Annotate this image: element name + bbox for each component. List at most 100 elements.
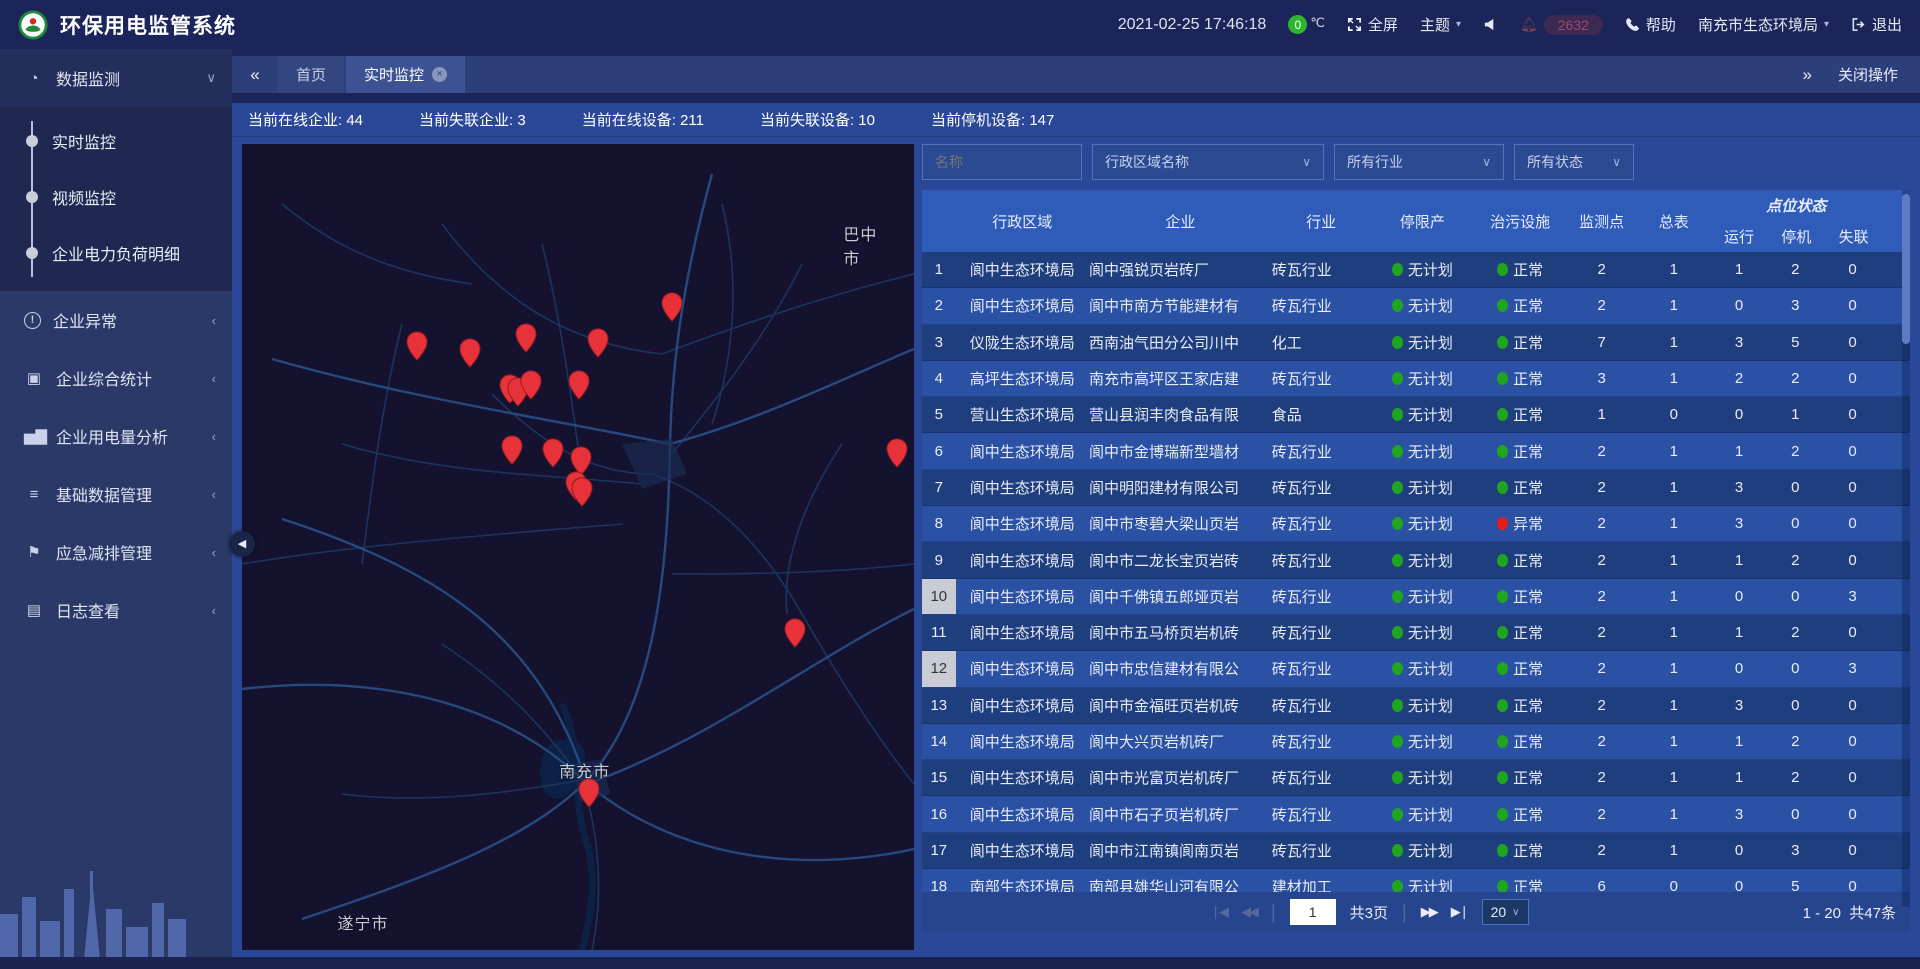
map-pin[interactable] <box>514 323 537 354</box>
cell-points: 2 <box>1566 624 1637 641</box>
map-canvas[interactable] <box>242 144 914 950</box>
table-row[interactable]: 11阆中生态环境局阆中市五马桥页岩机砖砖瓦行业无计划正常21120 <box>922 615 1910 651</box>
table-scrollbar[interactable] <box>1902 190 1910 907</box>
map-pin[interactable] <box>519 370 542 401</box>
cell-company: 阆中市金博瑞新型墙材 <box>1089 441 1272 462</box>
map-pin[interactable] <box>784 617 807 648</box>
cell-company: 阆中市江南镇阆南页岩 <box>1089 840 1272 861</box>
table-row[interactable]: 14阆中生态环境局阆中大兴页岩机砖厂砖瓦行业无计划正常21120 <box>922 724 1910 760</box>
table-row[interactable]: 6阆中生态环境局阆中市金博瑞新型墙材砖瓦行业无计划正常21120 <box>922 433 1910 469</box>
sidebar-group-企业用电量分析[interactable]: ▅▇企业用电量分析‹ <box>0 407 232 465</box>
sidebar-group-企业异常[interactable]: !企业异常‹ <box>0 291 232 349</box>
close-operations-button[interactable]: 关闭操作 <box>1838 64 1898 85</box>
cell-run: 0 <box>1710 297 1767 314</box>
map-pin[interactable] <box>885 438 908 469</box>
cell-lost: 0 <box>1823 479 1882 496</box>
table-row[interactable]: 18南部生态环境局南部县雄华山河有限公建材加工无计划正常60050 <box>922 869 1910 892</box>
cell-lost: 0 <box>1823 261 1882 278</box>
tabs-scroll-right-button[interactable]: » <box>1803 65 1812 85</box>
cell-meters: 1 <box>1637 733 1710 750</box>
notification-button[interactable]: 🔔︎ 2632 <box>1520 15 1603 35</box>
cell-stop: 2 <box>1768 370 1823 387</box>
sidebar-group-数据监测[interactable]: ◔数据监测∨ <box>0 49 232 107</box>
status-filter-select[interactable]: 所有状态 ∨ <box>1514 144 1634 180</box>
cell-facility: 正常 <box>1474 368 1566 389</box>
table-row[interactable]: 17阆中生态环境局阆中市江南镇阆南页岩砖瓦行业无计划正常21030 <box>922 833 1910 869</box>
sidebar-group-日志查看[interactable]: ▤日志查看‹ <box>0 581 232 639</box>
status-green-icon <box>1392 626 1403 639</box>
table-row[interactable]: 12阆中生态环境局阆中市忠信建材有限公砖瓦行业无计划正常21003 <box>922 651 1910 687</box>
cell-facility: 正常 <box>1474 404 1566 425</box>
table-row[interactable]: 8阆中生态环境局阆中市枣碧大梁山页岩砖瓦行业无计划异常21300 <box>922 506 1910 542</box>
record-range-label: 1 - 20 共47条 <box>1803 902 1896 923</box>
tab-首页[interactable]: 首页 <box>278 56 344 93</box>
org-dropdown[interactable]: 南充市生态环境局 ▾ <box>1698 14 1829 35</box>
sidebar-group-企业综合统计[interactable]: ▣企业综合统计‹ <box>0 349 232 407</box>
last-page-button[interactable]: ▶❘ <box>1451 904 1468 920</box>
name-filter-input[interactable] <box>935 154 1069 170</box>
sidebar-group-label: 基础数据管理 <box>56 482 152 506</box>
page-number-input[interactable] <box>1290 899 1336 925</box>
region-filter-select[interactable]: 行政区域名称 ∨ <box>1092 144 1324 180</box>
table-row[interactable]: 5营山生态环境局营山县润丰肉食品有限食品无计划正常10010 <box>922 397 1910 433</box>
table-row[interactable]: 1阆中生态环境局阆中强锐页岩砖厂砖瓦行业无计划正常21120 <box>922 252 1910 288</box>
sidebar-item-企业电力负荷明细[interactable]: 企业电力负荷明细 <box>0 225 232 281</box>
first-page-button[interactable]: ❘◀ <box>1210 904 1227 920</box>
status-green-icon <box>1392 808 1403 821</box>
map-pin[interactable] <box>571 477 594 508</box>
map-panel[interactable]: ◀ <box>242 144 914 950</box>
horizontal-scrollbar[interactable] <box>0 957 1920 969</box>
map-pin[interactable] <box>542 438 565 469</box>
stats-bar: 当前在线企业: 44当前失联企业: 3当前在线设备: 211当前失联设备: 10… <box>232 103 1920 137</box>
sidebar-collapse-button[interactable]: ◀ <box>229 531 255 557</box>
table-row[interactable]: 3仪陇生态环境局西南油气田分公司川中化工无计划正常71350 <box>922 325 1910 361</box>
tabs-scroll-left-button[interactable]: « <box>232 56 278 93</box>
divider: | <box>1271 902 1276 923</box>
map-pin[interactable] <box>501 434 524 465</box>
close-icon[interactable]: × <box>432 67 447 82</box>
fullscreen-button[interactable]: 全屏 <box>1347 14 1398 35</box>
page-size-select[interactable]: 20 ∨ <box>1482 899 1529 925</box>
map-pin[interactable] <box>567 370 590 401</box>
prev-page-button[interactable]: ◀◀ <box>1241 904 1257 920</box>
sidebar-group-应急减排管理[interactable]: ⚑应急减排管理‹ <box>0 523 232 581</box>
map-pin[interactable] <box>587 328 610 359</box>
mute-speaker-icon[interactable] <box>1483 17 1498 32</box>
scrollbar-thumb[interactable] <box>1902 194 1910 344</box>
logout-button[interactable]: 退出 <box>1851 14 1902 35</box>
table-row[interactable]: 15阆中生态环境局阆中市光富页岩机砖厂砖瓦行业无计划正常21120 <box>922 760 1910 796</box>
table-row[interactable]: 7阆中生态环境局阆中明阳建材有限公司砖瓦行业无计划正常21300 <box>922 470 1910 506</box>
help-button[interactable]: 帮助 <box>1625 14 1676 35</box>
name-filter-field[interactable] <box>922 144 1082 180</box>
status-green-icon <box>1497 771 1508 784</box>
sidebar-item-视频监控[interactable]: 视频监控 <box>0 169 232 225</box>
cell-meters: 1 <box>1637 842 1710 859</box>
cell-company: 南部县雄华山河有限公 <box>1089 876 1272 892</box>
map-pin[interactable] <box>661 292 684 323</box>
industry-filter-select[interactable]: 所有行业 ∨ <box>1334 144 1504 180</box>
cell-facility: 正常 <box>1474 332 1566 353</box>
table-row[interactable]: 4高坪生态环境局南充市高坪区王家店建砖瓦行业无计划正常31220 <box>922 361 1910 397</box>
sidebar-group-基础数据管理[interactable]: ≡基础数据管理‹ <box>0 465 232 523</box>
cell-facility: 正常 <box>1474 731 1566 752</box>
status-green-icon <box>1497 699 1508 712</box>
theme-dropdown[interactable]: 主题 ▾ <box>1420 14 1461 35</box>
table-row[interactable]: 2阆中生态环境局阆中市南方节能建材有砖瓦行业无计划正常21030 <box>922 288 1910 324</box>
sidebar-item-实时监控[interactable]: 实时监控 <box>0 113 232 169</box>
table-row[interactable]: 9阆中生态环境局阆中市二龙长宝页岩砖砖瓦行业无计划正常21120 <box>922 542 1910 578</box>
col-lost: 失联 <box>1825 220 1882 252</box>
map-pin[interactable] <box>406 331 429 362</box>
table-row[interactable]: 10阆中生态环境局阆中千佛镇五郎垭页岩砖瓦行业无计划正常21003 <box>922 579 1910 615</box>
cell-industry: 砖瓦行业 <box>1272 477 1371 498</box>
map-pin[interactable] <box>578 778 601 809</box>
cell-industry: 砖瓦行业 <box>1272 622 1371 643</box>
table-row[interactable]: 16阆中生态环境局阆中市石子页岩机砖厂砖瓦行业无计划正常21300 <box>922 796 1910 832</box>
table-row[interactable]: 13阆中生态环境局阆中市金福旺页岩机砖砖瓦行业无计划正常21300 <box>922 688 1910 724</box>
stat-当前在线设备: 当前在线设备: 211 <box>582 109 704 130</box>
cell-meters: 1 <box>1637 370 1710 387</box>
cell-run: 0 <box>1710 660 1767 677</box>
map-pin[interactable] <box>459 338 482 369</box>
cell-region: 阆中生态环境局 <box>956 586 1089 607</box>
tab-实时监控[interactable]: 实时监控× <box>346 56 465 93</box>
next-page-button[interactable]: ▶▶ <box>1421 904 1437 920</box>
